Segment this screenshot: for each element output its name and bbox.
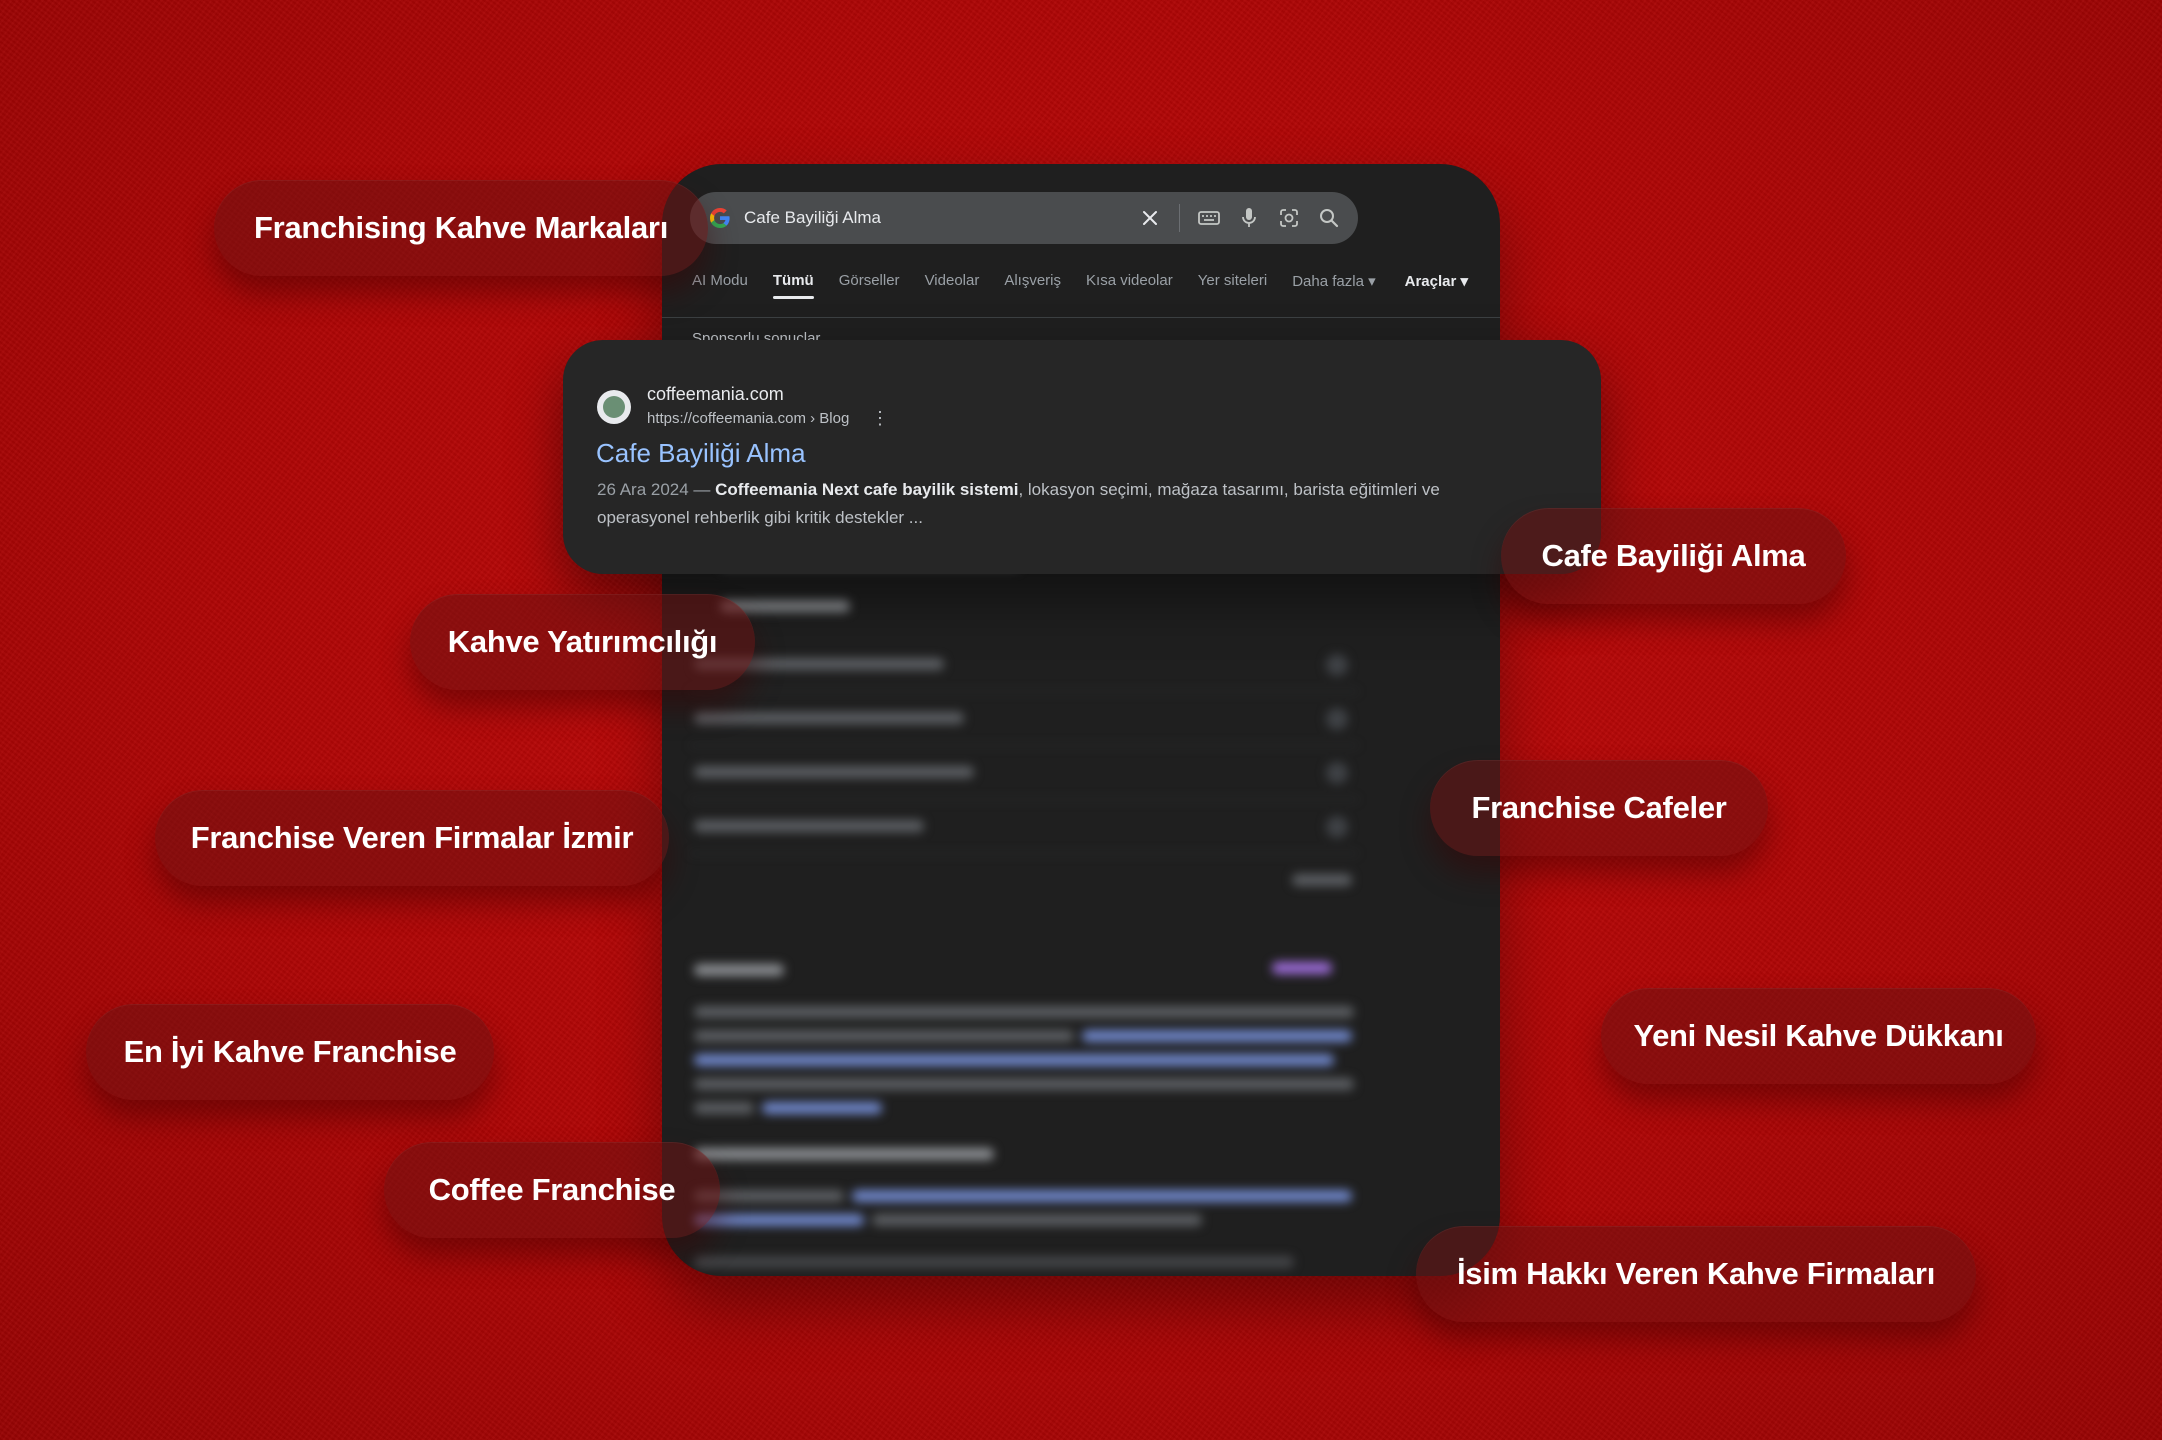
tab-ai-mode[interactable]: AI Modu xyxy=(692,268,748,318)
tab-more[interactable]: Daha fazla ▾ xyxy=(1292,268,1375,318)
blurred-line xyxy=(694,1006,1354,1018)
keyword-pill: Franchising Kahve Markaları xyxy=(214,180,708,276)
tab-short-videos[interactable]: Kısa videolar xyxy=(1086,268,1173,318)
clear-icon[interactable] xyxy=(1139,207,1161,229)
blurred-line xyxy=(694,1256,1294,1268)
search-icon[interactable] xyxy=(1318,207,1340,229)
blurred-line xyxy=(872,1214,1202,1226)
chevron-down-icon xyxy=(1326,762,1348,784)
microphone-icon[interactable] xyxy=(1238,207,1260,229)
blurred-line xyxy=(1292,874,1352,886)
more-options-icon[interactable]: ⋮ xyxy=(871,409,889,427)
keyword-pill: Franchise Veren Firmalar İzmir xyxy=(155,790,669,886)
keyword-pill: Cafe Bayiliği Alma xyxy=(1501,508,1846,604)
lens-icon[interactable] xyxy=(1278,207,1300,229)
blurred-line xyxy=(852,1190,1352,1202)
keyword-pill: Yeni Nesil Kahve Dükkanı xyxy=(1601,988,2036,1084)
blurred-question-row xyxy=(690,638,1358,692)
blurred-line xyxy=(1272,962,1332,974)
search-tabs: AI Modu Tümü Görseller Videolar Alışveri… xyxy=(662,268,1500,318)
blurred-line xyxy=(694,712,964,724)
chevron-down-icon xyxy=(1326,654,1348,676)
blurred-question-row xyxy=(690,692,1358,746)
result-title-link[interactable]: Cafe Bayiliği Alma xyxy=(596,438,806,469)
keyword-pill: İsim Hakkı Veren Kahve Firmaları xyxy=(1416,1226,1976,1322)
blurred-line xyxy=(694,1030,1074,1042)
searchbar-divider xyxy=(1179,204,1180,232)
tab-places[interactable]: Yer siteleri xyxy=(1198,268,1267,318)
result-url[interactable]: https://coffeemania.com › Blog xyxy=(647,410,849,427)
blurred-line xyxy=(1082,1030,1352,1042)
blurred-line xyxy=(694,1102,754,1114)
google-logo-icon xyxy=(710,208,730,228)
chevron-down-icon xyxy=(1326,708,1348,730)
keyword-pill: Kahve Yatırımcılığı xyxy=(410,594,755,690)
snippet-bold-text: Coffeemania Next cafe bayilik sistemi xyxy=(715,480,1019,499)
blurred-line xyxy=(694,1054,1334,1066)
site-favicon-icon xyxy=(597,390,631,424)
search-bar[interactable]: Cafe Bayiliği Alma xyxy=(690,192,1358,244)
keyboard-icon[interactable] xyxy=(1198,207,1220,229)
tab-images[interactable]: Görseller xyxy=(839,268,900,318)
keyword-pill: En İyi Kahve Franchise xyxy=(86,1004,494,1100)
result-snippet: 26 Ara 2024 — Coffeemania Next cafe bayi… xyxy=(597,476,1457,532)
keyword-pill: Franchise Cafeler xyxy=(1430,760,1768,856)
featured-result-card[interactable]: coffeemania.com https://coffeemania.com … xyxy=(563,340,1601,574)
blurred-line xyxy=(694,820,924,832)
blurred-heading xyxy=(694,964,784,976)
blurred-question-row xyxy=(690,800,1358,854)
blurred-line xyxy=(694,1078,1354,1090)
blurred-line xyxy=(694,1214,864,1226)
blurred-line xyxy=(762,1102,882,1114)
tab-shopping[interactable]: Alışveriş xyxy=(1004,268,1061,318)
chevron-down-icon xyxy=(1326,816,1348,838)
blurred-question-row xyxy=(690,746,1358,800)
result-date: 26 Ara 2024 — xyxy=(597,480,716,499)
search-input[interactable]: Cafe Bayiliği Alma xyxy=(744,208,1121,228)
keyword-pill: Coffee Franchise xyxy=(384,1142,720,1238)
tab-all[interactable]: Tümü xyxy=(772,268,814,318)
blurred-results xyxy=(662,534,1500,1276)
blurred-heading xyxy=(694,1148,994,1160)
tab-videos[interactable]: Videolar xyxy=(925,268,980,318)
blurred-line xyxy=(694,766,974,778)
tab-tools[interactable]: Araçlar ▾ xyxy=(1405,268,1468,318)
result-site-name[interactable]: coffeemania.com xyxy=(647,384,784,405)
search-results-panel: Cafe Bayiliği Alma AI Modu Tümü Görselle… xyxy=(662,164,1500,1276)
